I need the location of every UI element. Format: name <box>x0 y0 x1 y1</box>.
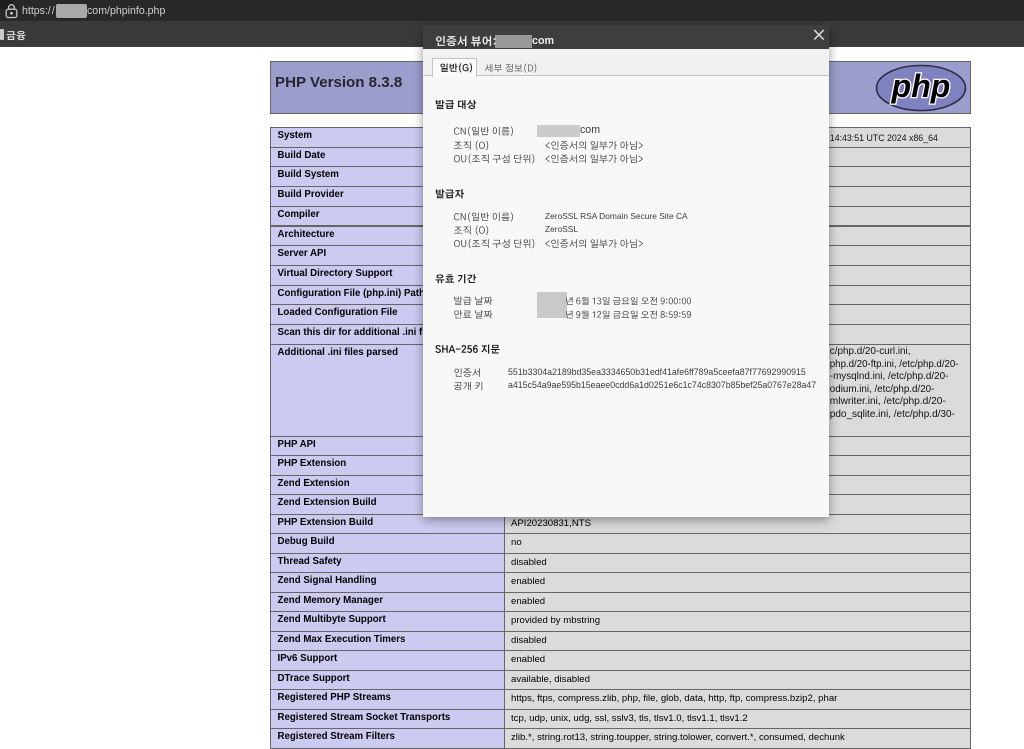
svg-text:php: php <box>891 68 951 104</box>
